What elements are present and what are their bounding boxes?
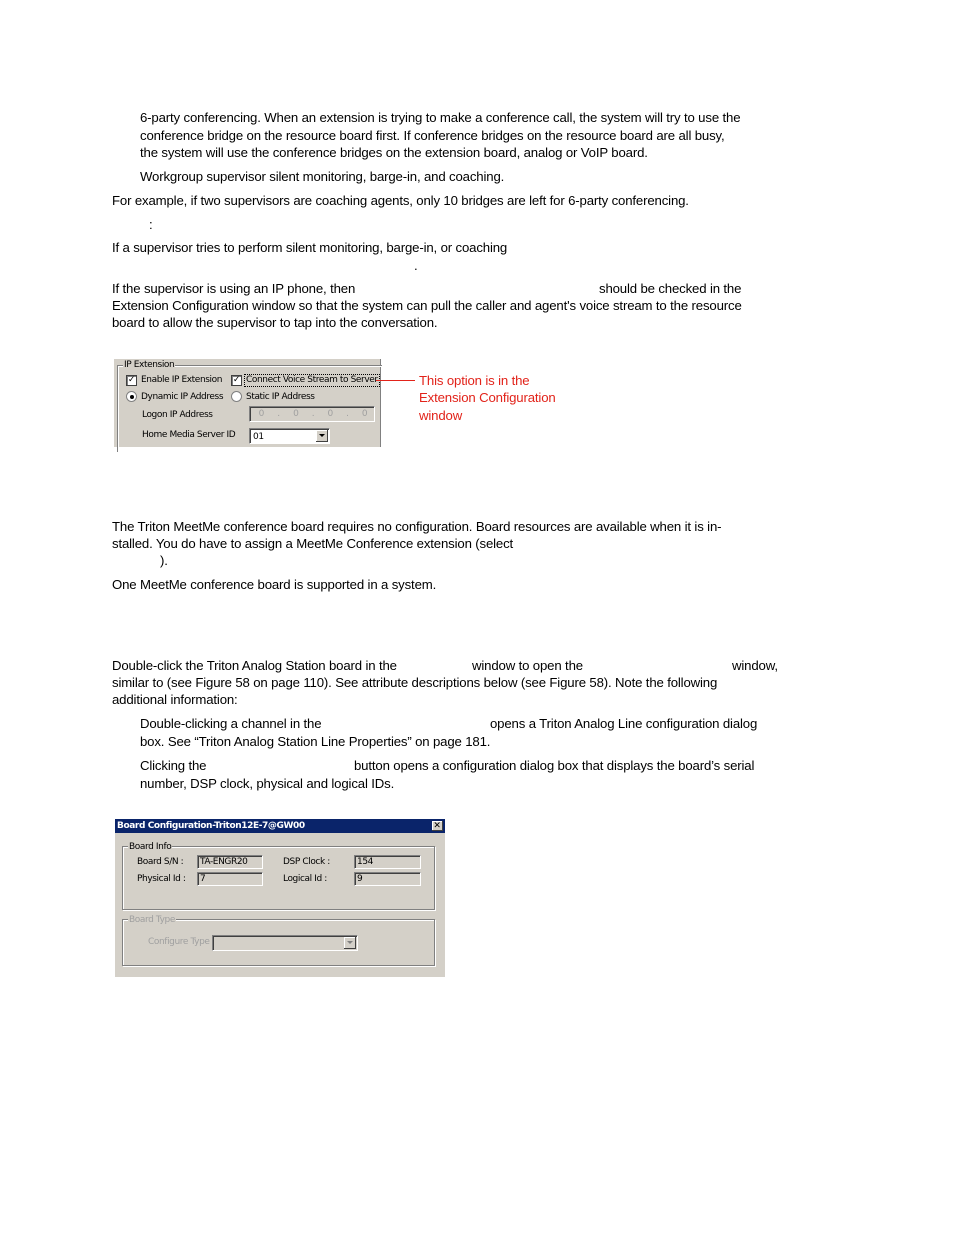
note-label-colon: : <box>149 217 153 232</box>
close-icon[interactable]: ✕ <box>432 821 443 831</box>
callout-line-2: Extension Configuration <box>419 390 556 405</box>
board-info-group-label: Board Info <box>128 842 173 852</box>
logon-ip-address-field[interactable]: 0. 0. 0. 0 <box>249 406 375 422</box>
board-sn-label: Board S/N : <box>137 857 184 867</box>
ip-octet-1: 0 <box>258 409 265 419</box>
bullet-channel-line-1a: Double-clicking a channel in the <box>140 716 322 731</box>
ip-phone-paragraph-line-3: board to allow the supervisor to tap int… <box>112 315 438 330</box>
board-sn-field: TA-ENGR20 <box>197 855 263 869</box>
ip-phone-paragraph-line-2: Extension Configuration window so that t… <box>112 298 742 313</box>
enable-ip-extension-label: Enable IP Extension <box>141 375 223 385</box>
bullet-conferencing-line-3: the system will use the conference bridg… <box>140 145 648 160</box>
dsp-clock-label: DSP Clock : <box>283 857 330 867</box>
ip-phone-paragraph-line-1a: If the supervisor is using an IP phone, … <box>112 281 356 296</box>
analog-station-paragraph-line-1b: window to open the <box>472 658 583 673</box>
connect-voice-stream-label: Connect Voice Stream to Server <box>244 374 380 387</box>
configure-type-label: Configure Type <box>148 937 210 947</box>
analog-station-paragraph-line-2: similar to (see Figure 58 on page 110). … <box>112 675 718 690</box>
bullet-button-line-1b: button opens a configuration dialog box … <box>354 758 755 773</box>
static-ip-label: Static IP Address <box>246 392 315 402</box>
ip-octet-3: 0 <box>327 409 334 419</box>
note-paragraph-period: . <box>414 258 418 273</box>
bullet-channel-line-2: box. See “Triton Analog Station Line Pro… <box>140 734 491 749</box>
ip-dot: . <box>311 409 315 419</box>
meetme-paragraph-line-3: ). <box>160 553 168 568</box>
analog-station-paragraph-line-3: additional information: <box>112 692 238 707</box>
chevron-down-icon[interactable] <box>344 937 356 949</box>
ip-phone-paragraph-line-1b: should be checked in the <box>599 281 742 296</box>
home-media-server-value: 01 <box>253 432 264 442</box>
bullet-conferencing-line-2: conference bridge on the resource board … <box>140 128 725 143</box>
note-paragraph-line-1: If a supervisor tries to perform silent … <box>112 240 508 255</box>
callout-line-1: This option is in the <box>419 373 530 388</box>
configure-type-select[interactable] <box>212 935 358 951</box>
ip-dot: . <box>346 409 349 419</box>
ip-extension-group-label: IP Extension <box>123 360 176 370</box>
bullet-button-line-2: number, DSP clock, physical and logical … <box>140 776 395 791</box>
home-media-server-select[interactable]: 01 <box>249 428 330 444</box>
board-type-group-label: Board Type <box>128 915 176 925</box>
connect-voice-stream-checkbox[interactable]: ✓ <box>231 375 242 386</box>
bullet-channel-line-1b: opens a Triton Analog Line configuration… <box>490 716 758 731</box>
ip-extension-panel: IP Extension ✓ Enable IP Extension ✓ Con… <box>114 359 382 452</box>
ip-octet-4: 0 <box>361 409 368 419</box>
physical-id-field: 7 <box>197 872 263 886</box>
static-ip-radio[interactable] <box>231 391 242 402</box>
physical-id-label: Physical Id : <box>137 874 186 884</box>
dialog-title: Board Configuration-Triton12E-7@GW00 <box>117 821 305 831</box>
home-media-server-label: Home Media Server ID <box>142 430 236 440</box>
board-configuration-dialog: Board Configuration-Triton12E-7@GW00 ✕ B… <box>115 819 445 977</box>
logon-ip-address-label: Logon IP Address <box>142 410 213 420</box>
dynamic-ip-radio[interactable] <box>126 391 137 402</box>
example-paragraph: For example, if two supervisors are coac… <box>112 193 689 208</box>
bullet-button-line-1a: Clicking the <box>140 758 207 773</box>
meetme-support-paragraph: One MeetMe conference board is supported… <box>112 577 437 592</box>
chevron-down-icon[interactable] <box>316 430 328 442</box>
meetme-paragraph-line-2: stalled. You do have to assign a MeetMe … <box>112 536 514 551</box>
analog-station-paragraph-line-1a: Double-click the Triton Analog Station b… <box>112 658 397 673</box>
ip-dot: . <box>277 409 280 419</box>
bullet-supervisor-monitoring: Workgroup supervisor silent monitoring, … <box>140 169 505 184</box>
callout-connector-line <box>376 380 415 381</box>
ip-octet-2: 0 <box>293 409 299 419</box>
dynamic-ip-label: Dynamic IP Address <box>141 392 224 402</box>
logical-id-field: 9 <box>354 872 421 886</box>
dsp-clock-field: 154 <box>354 855 421 869</box>
meetme-paragraph-line-1: The Triton MeetMe conference board requi… <box>112 519 722 534</box>
dialog-title-bar: Board Configuration-Triton12E-7@GW00 <box>115 819 445 833</box>
analog-station-paragraph-line-1c: window, <box>732 658 778 673</box>
bullet-conferencing-line-1: 6-party conferencing. When an extension … <box>140 110 741 125</box>
callout-line-3: window <box>419 408 463 423</box>
enable-ip-extension-checkbox[interactable]: ✓ <box>126 375 137 386</box>
logical-id-label: Logical Id : <box>283 874 327 884</box>
